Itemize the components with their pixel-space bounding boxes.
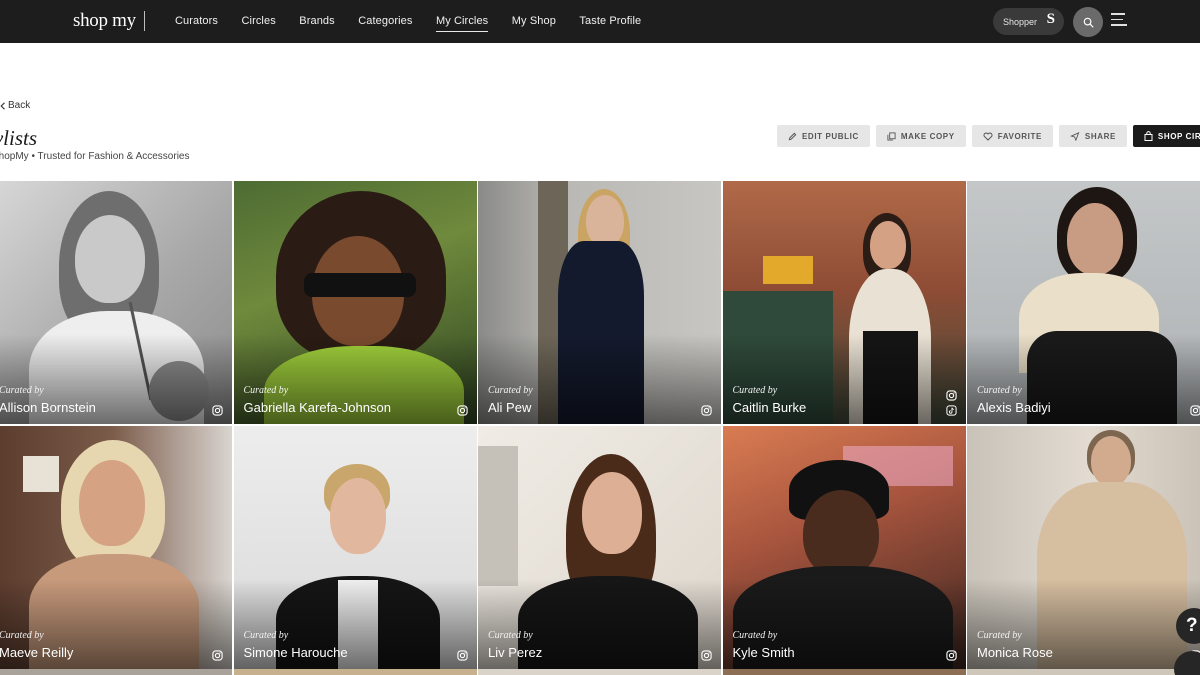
pencil-icon <box>788 132 797 140</box>
search-icon <box>1083 17 1093 27</box>
account-avatar: S <box>1046 11 1055 27</box>
copy-icon <box>887 131 896 141</box>
favorite-button[interactable]: FAVORITE <box>971 125 1053 147</box>
logo-divider <box>144 11 145 31</box>
nav-curators[interactable]: Curators <box>175 0 218 43</box>
nav-brands[interactable]: Brands <box>299 0 334 43</box>
curator-name: Liv Perez <box>488 644 543 660</box>
nav-taste-profile[interactable]: Taste Profile <box>579 0 641 43</box>
curator-name: Allison Bornstein <box>0 400 96 415</box>
nav-categories[interactable]: Categories <box>358 0 412 43</box>
instagram-icon[interactable] <box>212 649 223 661</box>
instagram-icon[interactable] <box>1190 405 1200 416</box>
nav-my-circles[interactable]: My Circles <box>435 0 489 43</box>
curator-card[interactable]: Curated by Caitlin Burke <box>722 181 966 424</box>
curated-by-label: Curated by <box>488 629 533 641</box>
curator-name: Ali Pew <box>488 400 532 415</box>
curator-card[interactable]: Curated by Liv Perez <box>478 425 721 669</box>
curated-by-label: Curated by <box>732 629 778 641</box>
search-button[interactable] <box>1073 7 1103 37</box>
edit-public-button[interactable]: EDIT PUBLIC <box>777 125 870 147</box>
shopmy-logo[interactable]: shop my <box>73 10 136 32</box>
main-nav: Curators Circles Brands Categories My Ci… <box>175 0 665 43</box>
shop-circle-button[interactable]: SHOP CIRCLE <box>1132 125 1200 147</box>
curator-name: Monica Rose <box>977 644 1053 660</box>
page-subtitle: ShopMy • Trusted for Fashion & Accessori… <box>0 151 190 162</box>
curator-card[interactable]: Curated by Allison Bornstein <box>0 181 232 424</box>
instagram-icon[interactable] <box>945 390 957 401</box>
curated-by-label: Curated by <box>0 385 44 396</box>
curator-card[interactable]: Curated by Simone Harouche <box>233 425 477 669</box>
curated-by-label: Curated by <box>732 385 778 396</box>
tiktok-icon[interactable] <box>945 405 957 416</box>
back-label: Back <box>8 100 31 111</box>
curated-by-label: Curated by <box>977 385 1022 396</box>
share-icon <box>1069 131 1080 141</box>
chevron-left-icon <box>0 101 5 110</box>
bag-icon <box>1144 131 1153 141</box>
curator-card[interactable]: Curated by Ali Pew <box>478 181 721 424</box>
instagram-icon[interactable] <box>945 649 957 661</box>
curator-name: Simone Harouche <box>243 644 348 660</box>
instagram-icon[interactable] <box>701 405 712 416</box>
heart-icon <box>983 132 993 141</box>
instagram-icon[interactable] <box>212 405 223 416</box>
curator-card[interactable]: Curated by Gabriella Karefa-Johnson <box>233 181 477 424</box>
curator-name: Caitlin Burke <box>732 400 807 415</box>
instagram-icon[interactable] <box>456 405 468 416</box>
curator-name: Kyle Smith <box>732 644 795 660</box>
account-switcher[interactable]: Shopper S <box>993 8 1064 35</box>
curated-by-label: Curated by <box>977 629 1022 641</box>
nav-my-shop[interactable]: My Shop <box>512 0 556 43</box>
menu-icon <box>1111 13 1125 15</box>
account-label: Shopper <box>1003 16 1038 27</box>
share-button[interactable]: SHARE <box>1058 125 1127 147</box>
curator-name: Alexis Badiyi <box>977 400 1051 415</box>
curator-name: Maeve Reilly <box>0 644 74 660</box>
curator-card[interactable]: Curated by Maeve Reilly <box>0 425 232 669</box>
instagram-icon[interactable] <box>456 649 468 661</box>
curator-name: Gabriella Karefa-Johnson <box>243 400 391 415</box>
curator-grid: Curated by Allison Bornstein Curated by … <box>0 181 1200 669</box>
page-title: tylists <box>0 126 38 150</box>
make-copy-button[interactable]: MAKE COPY <box>875 125 966 147</box>
top-navbar: shop my Curators Circles Brands Categori… <box>0 0 1200 43</box>
back-link[interactable]: Back <box>0 100 30 111</box>
curator-card[interactable]: Curated by Alexis Badiyi <box>967 181 1200 424</box>
nav-circles[interactable]: Circles <box>241 0 275 43</box>
instagram-icon[interactable] <box>701 649 712 661</box>
curated-by-label: Curated by <box>0 629 44 641</box>
curator-card[interactable]: Curated by Kyle Smith <box>722 425 966 669</box>
next-row-peek <box>0 669 1200 675</box>
curated-by-label: Curated by <box>243 629 289 641</box>
circle-actions: EDIT PUBLIC MAKE COPY FAVORITE SHARE SHO… <box>777 125 1200 147</box>
curator-card[interactable]: Curated by Monica Rose <box>967 425 1200 669</box>
hamburger-menu-button[interactable] <box>1111 13 1127 29</box>
curated-by-label: Curated by <box>243 385 289 396</box>
curated-by-label: Curated by <box>488 385 533 396</box>
